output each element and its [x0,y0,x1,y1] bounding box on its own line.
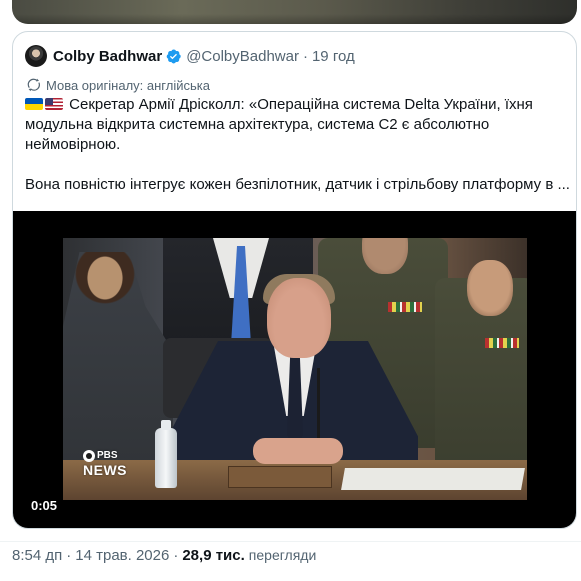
video-player[interactable]: PBS NEWS 0:05 [13,211,576,528]
desk-papers [341,468,525,490]
translation-note: Мова оригіналу: англійська [26,76,210,94]
tweet-detail: Colby Badhwar @ColbyBadhwar · 19 год Мов… [0,0,581,581]
author-handle[interactable]: @ColbyBadhwar [186,48,299,65]
author-name[interactable]: Colby Badhwar [53,48,162,65]
usa-flag-icon [45,98,63,110]
tweet-time[interactable]: 19 год [312,48,355,65]
video-duration-badge: 0:05 [25,496,64,516]
tweet-text-paragraph-1: Секретар Армії Дрісколл: «Операційна сис… [25,95,570,155]
views-label: перегляди [248,547,317,563]
pbs-logo-icon [83,450,95,462]
avatar[interactable] [25,45,47,67]
speaker-head [267,278,331,358]
video-frame[interactable]: PBS NEWS [63,238,527,500]
tweet-meta: 8:54 дп · 14 трав. 2026 · 28,9 тис. пере… [12,545,316,565]
pbs-logo-bottom: NEWS [83,462,127,478]
meta-separator: · [66,546,72,564]
ukraine-flag-icon [25,98,43,110]
soldier-right [435,260,527,488]
previous-media-image[interactable] [12,0,577,24]
tweet-text-paragraph-2: Вона повністю інтегрує кожен безпілотник… [25,176,570,193]
pbs-news-logo: PBS NEWS [83,450,127,478]
verified-badge-icon [166,49,181,63]
tweet-text-line-1: Секретар Армії Дрісколл: «Операційна сис… [25,96,533,153]
water-bottle [155,420,177,488]
meta-separator-2: · [173,546,179,564]
nameplate [228,466,332,488]
pbs-logo-top: PBS [97,450,118,461]
soldier-ribbons [485,338,519,348]
quoted-tweet-card[interactable]: Colby Badhwar @ColbyBadhwar · 19 год Мов… [12,31,577,529]
quoted-tweet-text: Секретар Армії Дрісколл: «Операційна сис… [25,95,570,195]
post-time[interactable]: 8:54 дп [12,547,62,564]
translate-icon [27,78,41,92]
soldier-head [362,238,408,274]
speaker-hands [253,438,343,464]
soldier-head [467,260,513,316]
header-separator: · [302,47,308,65]
quoted-tweet-header: Colby Badhwar @ColbyBadhwar · 19 год [25,44,355,68]
soldier-ribbons [388,302,422,312]
post-date[interactable]: 14 трав. 2026 [75,547,169,564]
views-count[interactable]: 28,9 тис. [182,547,244,564]
divider [0,541,581,542]
translation-label: Мова оригіналу: англійська [46,77,210,93]
